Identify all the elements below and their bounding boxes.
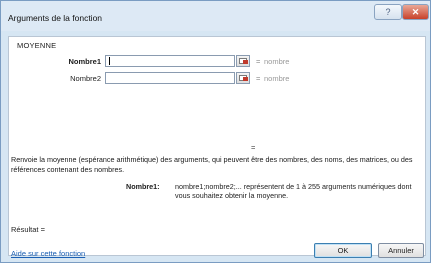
help-button[interactable]: ? bbox=[374, 4, 402, 20]
nombre1-type-hint: nombre bbox=[264, 57, 290, 66]
argument-label-nombre1: Nombre1 bbox=[68, 57, 101, 66]
cancel-button[interactable]: Annuler bbox=[378, 243, 424, 258]
nombre2-type-hint: nombre bbox=[264, 74, 290, 83]
title-bar[interactable]: Arguments de la fonction ? ✕ bbox=[1, 1, 430, 31]
dialog-title: Arguments de la fonction bbox=[8, 13, 103, 23]
nombre2-input[interactable] bbox=[105, 72, 235, 84]
nombre2-collapse-button[interactable] bbox=[236, 72, 250, 84]
close-icon: ✕ bbox=[411, 6, 420, 17]
result-label: Résultat = bbox=[11, 225, 45, 234]
nombre2-equals: = bbox=[256, 74, 261, 83]
question-mark-icon: ? bbox=[385, 7, 391, 17]
ok-button[interactable]: OK bbox=[314, 243, 372, 258]
formula-result-equals: = bbox=[251, 143, 256, 152]
argument-description-label: Nombre1: bbox=[126, 182, 160, 191]
nombre1-collapse-button[interactable] bbox=[236, 55, 250, 67]
help-link[interactable]: Aide sur cette fonction bbox=[11, 249, 85, 258]
argument-label-nombre2: Nombre2 bbox=[70, 74, 101, 83]
nombre1-equals: = bbox=[256, 57, 261, 66]
argument-description-text: nombre1;nombre2;... représentent de 1 à … bbox=[175, 182, 412, 200]
text-cursor bbox=[109, 57, 110, 65]
function-arguments-dialog: Arguments de la fonction ? ✕ MOYENNE Nom… bbox=[0, 0, 431, 263]
close-button[interactable]: ✕ bbox=[402, 4, 429, 20]
nombre1-input[interactable] bbox=[105, 55, 235, 67]
function-description: Renvoie la moyenne (espérance arithmétiq… bbox=[11, 155, 413, 174]
function-name: MOYENNE bbox=[17, 41, 57, 50]
arguments-panel: MOYENNE Nombre1 = nombre Nombre2 = nombr… bbox=[8, 36, 426, 258]
